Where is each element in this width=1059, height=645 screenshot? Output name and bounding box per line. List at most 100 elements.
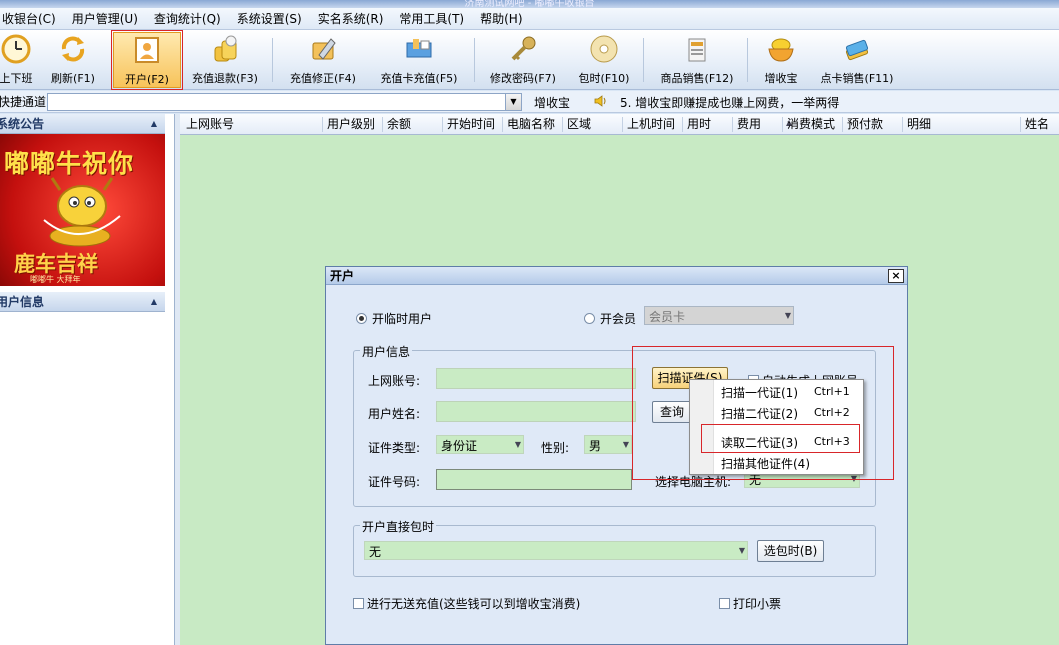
toolbar-card-recharge-button[interactable]: 充值卡充值(F5)	[373, 32, 465, 88]
toolbar-shift-button[interactable]: 上下班	[0, 32, 40, 88]
column-header[interactable]: 预付款	[842, 117, 883, 132]
package-group-legend: 开户直接包时	[360, 518, 437, 535]
key-icon	[511, 36, 536, 61]
id-number-input[interactable]	[436, 469, 632, 490]
column-header[interactable]: 费用	[732, 117, 761, 132]
user-info-group-legend: 用户信息	[360, 343, 413, 360]
column-header[interactable]: 用户级别	[322, 117, 375, 132]
checkbox-box[interactable]	[719, 598, 730, 609]
radio-temp-user[interactable]: 开临时用户	[356, 310, 432, 327]
zengshoubao-label: 增收宝	[534, 96, 571, 110]
free-recharge-checkbox[interactable]: 进行无送充值(这些钱可以到增收宝消费)	[353, 595, 580, 612]
window-title: 济南测试网吧 - 嘟嘟牛收银台	[0, 0, 1059, 8]
toolbar-label: 开户(F2)	[125, 73, 169, 86]
dialog-titlebar[interactable]: 开户	[326, 267, 907, 285]
radio-member-label: 开会员	[600, 312, 637, 326]
member-card-select[interactable]: 会员卡 ▼	[644, 306, 794, 325]
column-header[interactable]: 消费模式	[782, 117, 835, 132]
main-toolbar: 上下班 刷新(F1) 开户(F2) 充值退款(F3) 充值修正(F4) 充值卡充…	[0, 30, 1059, 90]
quick-channel-bar: 快捷通道 ▼ 增收宝 5. 增收宝即赚提成也赚上网费，一举两得	[0, 91, 1059, 113]
toolbar-point-card-sales-button[interactable]: 点卡销售(F11)	[814, 32, 900, 88]
column-header[interactable]: 用时	[682, 117, 711, 132]
column-header[interactable]: 姓名	[1020, 117, 1049, 132]
menu-cashier[interactable]: 收银台(C)	[0, 10, 64, 27]
dialog-title: 开户	[330, 269, 355, 283]
column-header[interactable]: 上网账号	[182, 117, 234, 132]
menu-query-stats[interactable]: 查询统计(Q)	[146, 10, 229, 27]
open-account-icon	[135, 37, 159, 63]
announcement-title: 系统公告	[0, 117, 45, 131]
toolbar-label: 充值修正(F4)	[290, 72, 356, 85]
chevron-down-icon[interactable]: ▼	[739, 546, 745, 555]
card-stack-icon	[845, 39, 869, 61]
menu-user-management[interactable]: 用户管理(U)	[64, 10, 146, 27]
print-receipt-label: 打印小票	[733, 597, 782, 611]
toolbar-separator	[272, 38, 273, 82]
column-header[interactable]: 明细	[902, 117, 931, 132]
print-receipt-checkbox[interactable]: 打印小票	[719, 595, 781, 612]
announcement-panel-header[interactable]: 系统公告 ▲	[0, 114, 165, 134]
select-package-button-label: 选包时(B)	[763, 544, 818, 558]
column-header[interactable]: 上机时间	[622, 117, 675, 132]
menu-shortcut: Ctrl+1	[814, 385, 850, 398]
username-input[interactable]	[436, 401, 636, 422]
toolbar-open-account-button[interactable]: 开户(F2)	[111, 30, 183, 90]
account-input[interactable]	[436, 368, 636, 389]
toolbar-zengshoubao-button[interactable]: 增收宝	[756, 32, 806, 88]
collapse-icon[interactable]: ▲	[151, 297, 157, 306]
chevron-down-icon[interactable]: ▼	[505, 94, 521, 110]
toolbar-label: 充值退款(F3)	[192, 72, 258, 85]
chevron-down-icon[interactable]: ▼	[785, 311, 791, 320]
coins-icon	[214, 35, 237, 62]
menu-item-scan-other[interactable]: 扫描其他证件(4)	[721, 455, 810, 472]
toolbar-recharge-refund-button[interactable]: 充值退款(F3)	[187, 32, 263, 88]
toolbar-change-password-button[interactable]: 修改密码(F7)	[486, 32, 560, 88]
toolbar-label: 刷新(F1)	[51, 72, 95, 85]
column-header[interactable]: 电脑名称	[502, 117, 555, 132]
radio-dot[interactable]	[584, 313, 595, 324]
toolbar-separator	[474, 38, 475, 82]
id-type-select[interactable]: 身份证 ▼	[436, 435, 524, 454]
toolbar-refresh-button[interactable]: 刷新(F1)	[48, 32, 98, 88]
speaker-icon	[594, 95, 606, 107]
gender-select[interactable]: 男 ▼	[584, 435, 632, 454]
menu-item-scan-first-gen[interactable]: 扫描一代证(1)	[721, 384, 798, 401]
free-recharge-label: 进行无送充值(这些钱可以到增收宝消费)	[367, 597, 581, 611]
toolbar-recharge-correct-button[interactable]: 充值修正(F4)	[285, 32, 361, 88]
user-info-panel-header[interactable]: 用户信息 ▲	[0, 292, 165, 312]
goods-icon	[688, 38, 706, 62]
menu-realname-system[interactable]: 实名系统(R)	[310, 10, 392, 27]
toolbar-package-time-button[interactable]: 包时(F10)	[574, 32, 634, 88]
menu-bar: 收银台(C) 用户管理(U) 查询统计(Q) 系统设置(S) 实名系统(R) 常…	[0, 8, 1059, 30]
checkbox-box[interactable]	[353, 598, 364, 609]
radio-temp-user-label: 开临时用户	[372, 312, 433, 326]
gender-label: 性别:	[541, 441, 570, 455]
column-header[interactable]: 区域	[562, 117, 591, 132]
notice-marquee: 5. 增收宝即赚提成也赚上网费，一举两得	[620, 96, 840, 110]
toolbar-goods-sales-button[interactable]: 商品销售(F12)	[656, 32, 738, 88]
column-header[interactable]: 余额	[382, 117, 411, 132]
column-header[interactable]: 开始时间	[442, 117, 495, 132]
chevron-down-icon[interactable]: ▼	[515, 440, 521, 449]
toolbar-label: 充值卡充值(F5)	[380, 72, 458, 85]
member-card-value: 会员卡	[649, 310, 686, 324]
toolbar-separator	[643, 38, 644, 82]
toolbar-label: 增收宝	[764, 72, 798, 85]
treasure-bowl-icon	[768, 38, 794, 62]
menu-common-tools[interactable]: 常用工具(T)	[391, 10, 472, 27]
package-select[interactable]: 无 ▼	[364, 541, 748, 560]
quick-channel-select[interactable]: ▼	[47, 93, 522, 111]
menu-item-scan-second-gen[interactable]: 扫描二代证(2)	[721, 405, 798, 422]
announcement-banner: 嘟嘟牛祝你 鹿车吉祥 嘟嘟牛 大拜年	[0, 134, 165, 286]
radio-dot[interactable]	[356, 313, 367, 324]
close-icon[interactable]: ×	[888, 269, 904, 283]
select-package-button[interactable]: 选包时(B)	[757, 540, 824, 562]
username-label: 用户姓名:	[368, 407, 421, 421]
collapse-icon[interactable]: ▲	[151, 119, 157, 128]
online-users-grid-header: 上网账号 用户级别 余额 开始时间 电脑名称 区域 ▲ 上机时间 用时 费用 消…	[180, 114, 1059, 135]
chevron-down-icon[interactable]: ▼	[623, 440, 629, 449]
menu-help[interactable]: 帮助(H)	[472, 10, 530, 27]
radio-member[interactable]: 开会员	[584, 310, 636, 327]
menu-system-settings[interactable]: 系统设置(S)	[229, 10, 310, 27]
package-value: 无	[369, 545, 382, 559]
